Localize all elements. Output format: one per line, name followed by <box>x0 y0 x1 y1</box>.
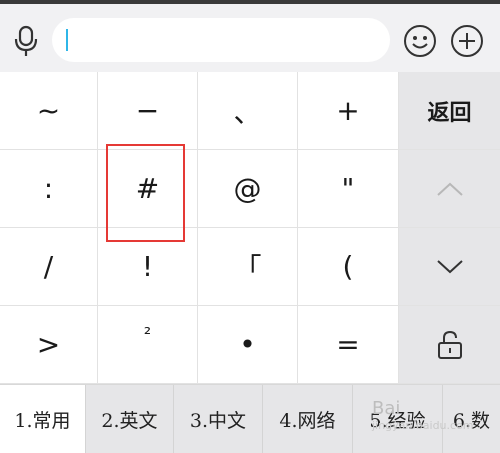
microphone-icon[interactable] <box>10 24 42 58</box>
key-exclamation[interactable]: ! <box>98 228 198 306</box>
tab-english[interactable]: 2.英文 <box>86 385 174 453</box>
lock-button[interactable] <box>399 306 500 384</box>
key-plus[interactable]: + <box>298 72 399 150</box>
chevron-up-icon <box>436 182 463 196</box>
chevron-down-icon <box>436 259 463 273</box>
page-up-button[interactable] <box>399 150 500 228</box>
key-bullet[interactable]: • <box>198 306 298 384</box>
tab-chinese[interactable]: 3.中文 <box>174 385 263 453</box>
smiley-icon[interactable] <box>403 24 437 58</box>
text-caret <box>66 29 68 51</box>
tab-network[interactable]: 4.网络 <box>263 385 353 453</box>
key-equals[interactable]: = <box>298 306 399 384</box>
text-input[interactable] <box>52 18 390 62</box>
symbol-keyboard: ~ − 、 + 返回 : # @ " / ! 「 ( > ² • = <box>0 72 500 384</box>
tab-common[interactable]: 1.常用 <box>0 385 86 453</box>
back-button[interactable]: 返回 <box>399 72 500 150</box>
back-button-label: 返回 <box>427 99 472 126</box>
key-hash[interactable]: # <box>98 150 198 228</box>
category-tabs: 1.常用 2.英文 3.中文 4.网络 5.经验 6.数 <box>0 384 500 453</box>
key-slash[interactable]: / <box>0 228 98 306</box>
tab-numbers[interactable]: 6.数 <box>443 385 500 453</box>
key-comma-cn[interactable]: 、 <box>198 72 298 150</box>
key-paren-open[interactable]: ( <box>298 228 399 306</box>
key-quote[interactable]: " <box>298 150 399 228</box>
page-down-button[interactable] <box>399 228 500 306</box>
key-minus[interactable]: − <box>98 72 198 150</box>
tab-experience[interactable]: 5.经验 <box>353 385 443 453</box>
key-at[interactable]: @ <box>198 150 298 228</box>
input-bar <box>0 0 500 72</box>
key-colon[interactable]: : <box>0 150 98 228</box>
plus-circle-icon[interactable] <box>450 24 484 58</box>
unlock-icon <box>437 330 462 359</box>
key-superscript-two[interactable]: ² <box>98 306 198 384</box>
key-greater-than[interactable]: > <box>0 306 98 384</box>
key-tilde[interactable]: ~ <box>0 72 98 150</box>
key-corner-bracket[interactable]: 「 <box>198 228 298 306</box>
